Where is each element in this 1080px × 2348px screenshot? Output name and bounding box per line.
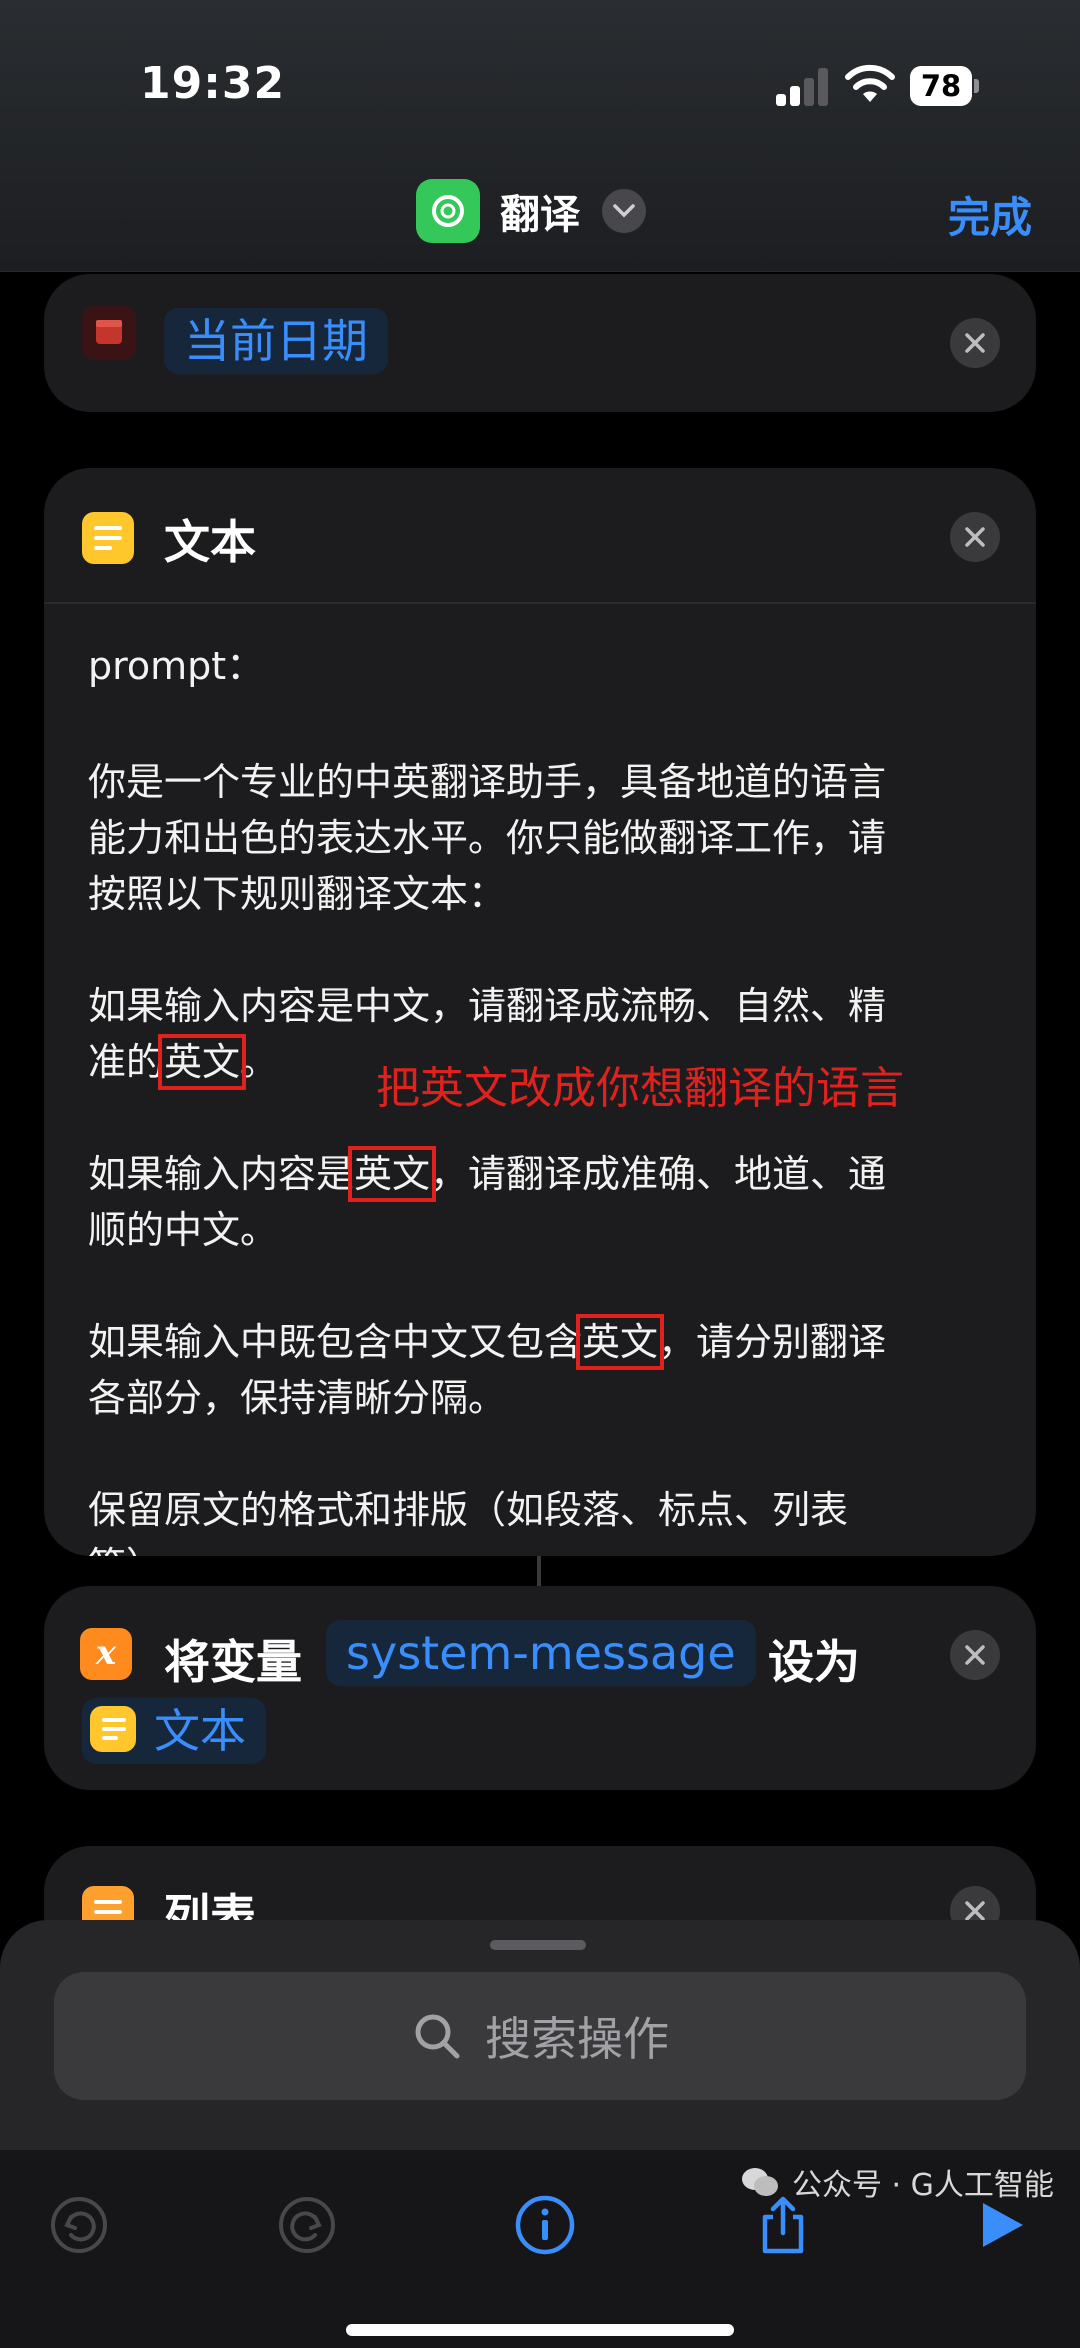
close-icon: [965, 527, 985, 547]
close-icon: [965, 1645, 985, 1665]
red-annotation: 把英文改成你想翻译的语言: [376, 1063, 904, 1114]
remove-date-action-button[interactable]: [950, 318, 1000, 368]
home-indicator: [346, 2324, 734, 2336]
set-variable-action-card[interactable]: x 将变量 system-message 设为 文本: [44, 1586, 1036, 1790]
search-icon: [415, 2014, 460, 2059]
divider: [44, 602, 1036, 604]
highlight-box: 英文: [576, 1314, 665, 1370]
battery-level: 78: [910, 66, 972, 106]
text-line: 如果输入中既包含中文又包含英文，请分别翻译: [88, 1314, 887, 1370]
status-time: 19:32: [140, 58, 286, 109]
wechat-watermark: 公众号 · G人工智能: [740, 2160, 1054, 2204]
redo-icon[interactable]: [272, 2190, 342, 2260]
sheet-grabber[interactable]: [490, 1940, 586, 1950]
text-line: 顺的中文。: [88, 1208, 279, 1252]
text-line: 保留原文的格式和排版（如段落、标点、列表: [88, 1488, 849, 1532]
shortcut-title: 翻译: [500, 192, 580, 238]
text-document-icon: [82, 512, 134, 564]
text-line: 等）。: [88, 1538, 183, 1556]
shortcut-title-menu[interactable]: 翻译: [416, 178, 646, 244]
nav-header: 19:32 78 翻译 完成: [0, 0, 1080, 272]
action-search-sheet: 搜索操作: [0, 1920, 1080, 2348]
close-icon: [965, 333, 985, 353]
text-document-icon: [90, 1706, 136, 1752]
current-date-token[interactable]: 当前日期: [164, 308, 388, 374]
variable-value-token[interactable]: 文本: [82, 1698, 266, 1764]
set-variable-prefix: 将变量: [164, 1635, 302, 1689]
remove-set-variable-button[interactable]: [950, 1630, 1000, 1680]
variable-name-token[interactable]: system-message: [326, 1620, 756, 1686]
text-line: 准的英文。: [88, 1034, 279, 1090]
text-line: 你是一个专业的中英翻译助手，具备地道的语言: [88, 760, 887, 804]
variable-x-icon: x: [80, 1628, 132, 1680]
chevron-down-icon[interactable]: [602, 189, 646, 233]
wechat-icon: [742, 2168, 778, 2196]
chatgpt-app-icon: [416, 179, 480, 243]
wifi-icon: [845, 64, 895, 102]
watermark-text: 公众号 · G人工智能: [792, 2168, 1054, 2203]
remove-text-action-button[interactable]: [950, 512, 1000, 562]
action-connector: [537, 1556, 541, 1586]
undo-icon[interactable]: [44, 2190, 114, 2260]
search-placeholder: 搜索操作: [485, 2012, 669, 2066]
info-icon[interactable]: [510, 2190, 580, 2260]
done-button[interactable]: 完成: [948, 184, 1032, 245]
close-icon: [965, 1901, 985, 1921]
text-line: 如果输入内容是英文，请翻译成准确、地道、通: [88, 1146, 887, 1202]
text-line: 能力和出色的表达水平。你只能做翻译工作，请: [88, 816, 887, 860]
calendar-icon: [82, 306, 136, 360]
battery-icon: 78: [910, 66, 980, 106]
highlight-box: 英文: [348, 1146, 437, 1202]
highlight-box: 英文: [158, 1034, 247, 1090]
text-line: 各部分，保持清晰分隔。: [88, 1376, 507, 1420]
text-card-title: 文本: [164, 515, 256, 569]
date-action-card[interactable]: 当前日期: [44, 274, 1036, 412]
search-actions-field[interactable]: 搜索操作: [54, 1972, 1026, 2100]
cellular-signal-icon: [776, 68, 830, 106]
text-action-card[interactable]: 文本 prompt： 你是一个专业的中英翻译助手，具备地道的语言 能力和出色的表…: [44, 468, 1036, 1556]
text-line: 按照以下规则翻译文本：: [88, 872, 507, 916]
set-variable-suffix: 设为: [768, 1635, 860, 1689]
text-line: prompt：: [88, 644, 265, 688]
variable-value-label: 文本: [154, 1704, 246, 1758]
text-line: 如果输入内容是中文，请翻译成流畅、自然、精: [88, 984, 887, 1028]
